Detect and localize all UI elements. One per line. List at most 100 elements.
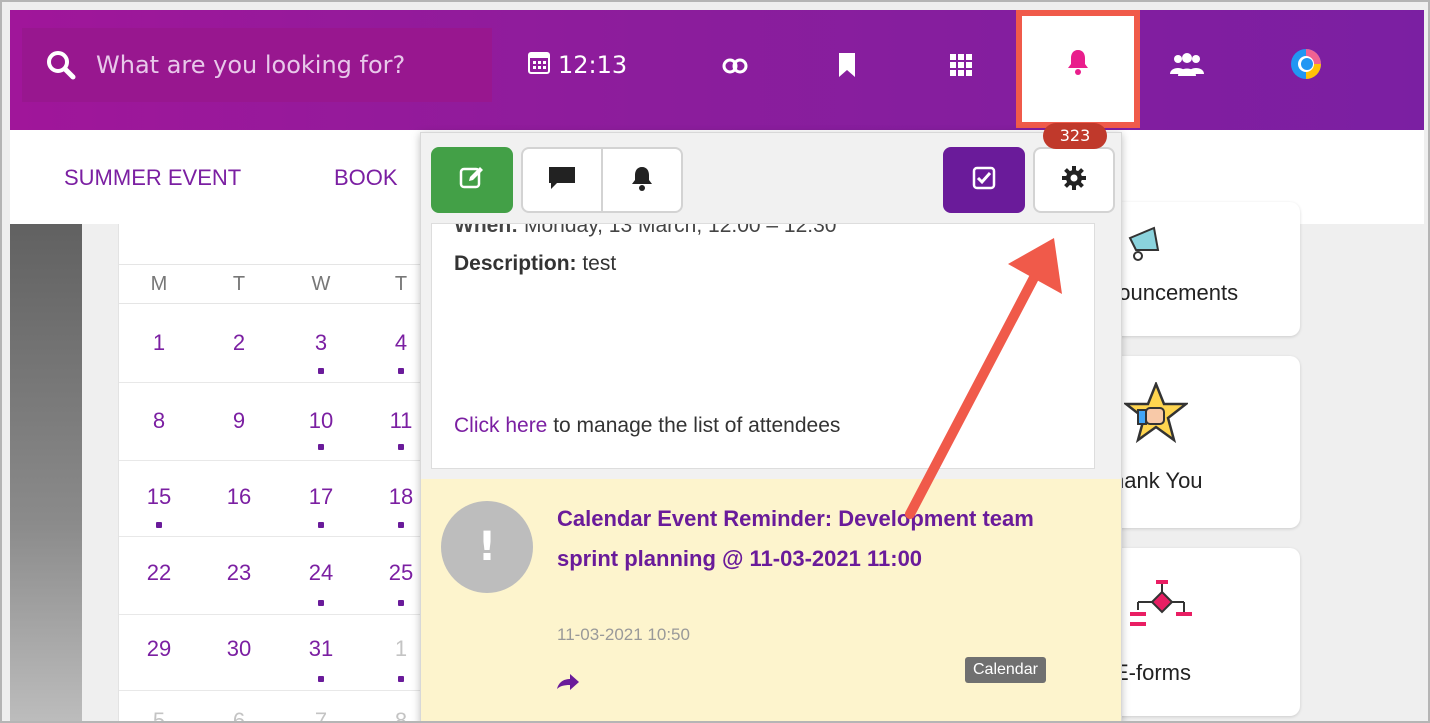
popup-toolbar: 323: [421, 123, 1121, 223]
calendar-weekdays: M T W T: [119, 264, 429, 304]
notification-count-badge: 323: [1043, 123, 1107, 149]
clock-time: 12:13: [558, 51, 628, 79]
description-value: test: [576, 252, 617, 275]
reminder-notification[interactable]: ! Calendar Event Reminder: Development t…: [421, 479, 1121, 721]
calendar-day[interactable]: 29: [139, 636, 179, 662]
calendar-day[interactable]: 16: [219, 484, 259, 510]
background-image: [10, 224, 82, 721]
event-dot: [398, 522, 404, 528]
calendar-day[interactable]: 9: [219, 408, 259, 434]
bookmark-icon[interactable]: [838, 52, 856, 78]
calendar-day[interactable]: 31: [301, 636, 341, 662]
card-label: E-forms: [1114, 660, 1191, 685]
calendar-day[interactable]: 25: [381, 560, 421, 586]
event-dot: [318, 676, 324, 682]
search-icon[interactable]: [38, 50, 84, 80]
event-dot: [318, 600, 324, 606]
event-dot: [156, 522, 162, 528]
calendar-day[interactable]: 23: [219, 560, 259, 586]
calendar-day[interactable]: 2: [219, 330, 259, 356]
calendar-day[interactable]: 11: [381, 408, 421, 434]
event-when: When: Monday, 13 March, 12:00 – 12:30: [454, 223, 837, 238]
tasks-button[interactable]: [943, 147, 1025, 213]
calendar-divider: [119, 382, 429, 383]
calendar-day[interactable]: 17: [301, 484, 341, 510]
reminder-time: 11-03-2021 10:50: [557, 625, 690, 644]
when-value: Monday, 13 March, 12:00 – 12:30: [518, 223, 837, 237]
alert-avatar-icon: !: [441, 501, 533, 593]
calendar-icon: [528, 50, 550, 80]
manage-attendees-link[interactable]: Click here: [454, 414, 547, 437]
thumbs-up-star-icon: [1122, 380, 1190, 448]
app-logo-icon[interactable]: [1290, 48, 1322, 80]
clock[interactable]: 12:13: [528, 50, 627, 80]
search-bar[interactable]: What are you looking for?: [22, 28, 492, 102]
attendees-text: to manage the list of attendees: [547, 414, 841, 437]
calendar-day[interactable]: 22: [139, 560, 179, 586]
notifications-popup: 323 When: Monday, 13 March, 12:00 – 12:3…: [420, 123, 1122, 721]
calendar-divider: [119, 614, 429, 615]
event-dot: [318, 444, 324, 450]
nav-book[interactable]: BOOK: [334, 165, 398, 191]
card-label: nouncements: [1106, 280, 1239, 305]
bell-icon: [631, 165, 653, 195]
calendar-divider: [119, 460, 429, 461]
event-dot: [318, 368, 324, 374]
reminder-title[interactable]: Calendar Event Reminder: Development tea…: [557, 499, 1077, 579]
calendar-day[interactable]: 10: [301, 408, 341, 434]
chat-button[interactable]: [521, 147, 603, 213]
card-e-forms[interactable]: E-forms: [1092, 548, 1300, 716]
chat-icon: [547, 165, 577, 195]
megaphone-icon: [1124, 224, 1174, 268]
calendar-day[interactable]: 1: [139, 330, 179, 356]
compose-button[interactable]: [431, 147, 513, 213]
event-dot: [398, 676, 404, 682]
event-dot: [318, 522, 324, 528]
notifications-tab-button[interactable]: [601, 147, 683, 213]
attendees-line: Click here to manage the list of attende…: [454, 414, 840, 438]
event-dot: [398, 444, 404, 450]
bell-icon: [1066, 48, 1090, 80]
category-tag: Calendar: [965, 657, 1046, 683]
mini-calendar: M T W T 1 2 3 4 8 9 10 11 15 16 17 18 22…: [118, 224, 429, 721]
event-details: When: Monday, 13 March, 12:00 – 12:30 De…: [431, 223, 1095, 469]
edit-icon: [459, 165, 485, 195]
calendar-day[interactable]: 3: [301, 330, 341, 356]
card-thank-you[interactable]: hank You: [1092, 356, 1300, 528]
apps-grid-icon[interactable]: [950, 54, 972, 76]
share-arrow-icon[interactable]: [557, 673, 579, 695]
calendar-day[interactable]: 18: [381, 484, 421, 510]
weekday-label: T: [394, 273, 408, 295]
event-dot: [398, 368, 404, 374]
calendar-day[interactable]: 4: [381, 330, 421, 356]
notifications-button[interactable]: [1016, 10, 1140, 128]
weekday-label: M: [150, 273, 168, 295]
description-label: Description:: [454, 252, 577, 275]
calendar-divider: [119, 690, 429, 691]
search-input[interactable]: What are you looking for?: [96, 51, 405, 79]
link-icon[interactable]: [722, 56, 748, 76]
weekday-label: W: [311, 273, 331, 295]
nav-summer-event[interactable]: SUMMER EVENT: [64, 165, 241, 191]
calendar-day[interactable]: 15: [139, 484, 179, 510]
calendar-day[interactable]: 1: [381, 636, 421, 662]
event-description: Description: test: [454, 252, 616, 276]
calendar-divider: [119, 536, 429, 537]
event-dot: [398, 600, 404, 606]
screenshot-frame: What are you looking for? 12:13 SUMMER E…: [0, 0, 1430, 723]
card-announcements[interactable]: nouncements: [1092, 202, 1300, 336]
calendar-day[interactable]: 6: [219, 708, 259, 721]
calendar-day[interactable]: 24: [301, 560, 341, 586]
top-bar: What are you looking for? 12:13: [10, 10, 1424, 130]
weekday-label: T: [232, 273, 246, 295]
calendar-day[interactable]: 8: [381, 708, 421, 721]
calendar-day[interactable]: 7: [301, 708, 341, 721]
calendar-day[interactable]: 30: [219, 636, 259, 662]
checkbox-icon: [972, 166, 996, 194]
settings-button[interactable]: [1033, 147, 1115, 213]
calendar-day[interactable]: 5: [139, 708, 179, 721]
gear-icon: [1061, 165, 1087, 195]
team-icon[interactable]: [1170, 52, 1204, 76]
flowchart-icon: [1128, 578, 1194, 636]
calendar-day[interactable]: 8: [139, 408, 179, 434]
